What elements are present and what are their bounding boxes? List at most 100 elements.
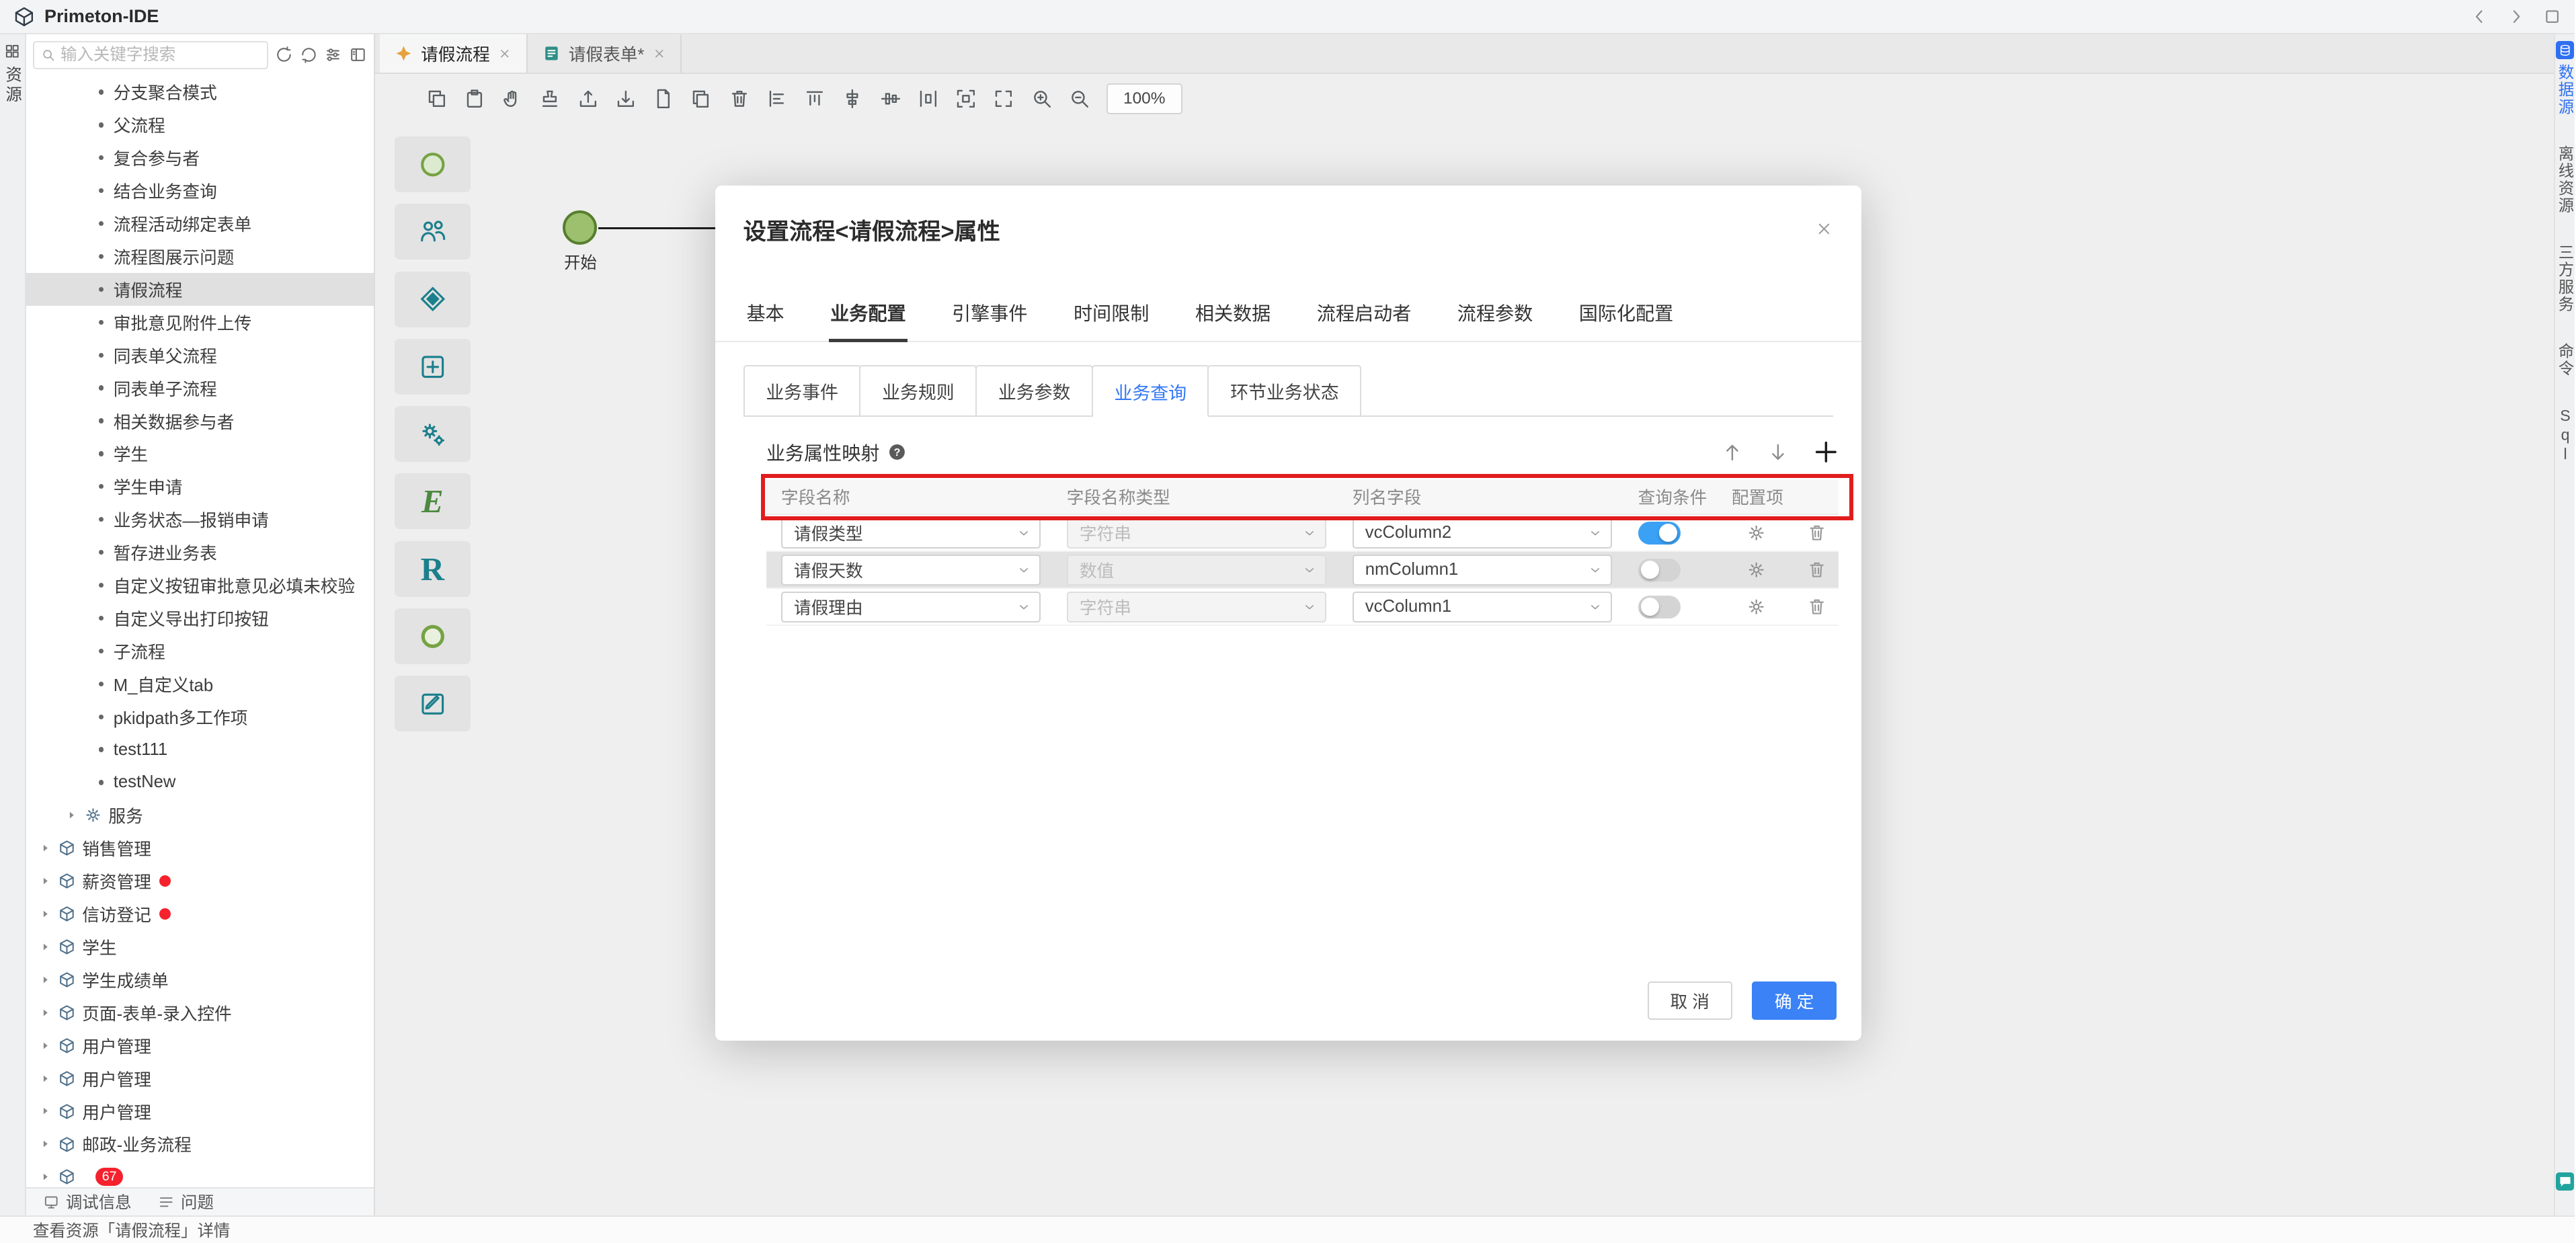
tree-item[interactable]: 分支聚合模式 [26,76,374,109]
plus-icon[interactable] [1814,440,1839,465]
editor-tab[interactable]: 请假流程 [380,34,528,73]
window-icon[interactable] [2542,7,2562,26]
help-icon[interactable]: ? [888,443,906,461]
tree-item[interactable]: 学生申请 [26,470,374,503]
tree-item[interactable]: 信访登记 [26,897,374,930]
query-condition-toggle[interactable] [1638,596,1681,618]
tree-item[interactable]: test111 [26,733,374,766]
tree-item[interactable]: 学生 [26,930,374,963]
dialog-tab[interactable]: 时间限制 [1072,288,1151,341]
tree-item[interactable]: 流程活动绑定表单 [26,207,374,240]
paste-icon[interactable] [464,88,485,110]
dialog-tab[interactable]: 引擎事件 [951,288,1029,341]
palette-item[interactable]: R [395,541,471,597]
dialog-subtab[interactable]: 业务事件 [743,365,861,415]
palette-item[interactable] [395,406,471,462]
dialog-subtab[interactable]: 业务查询 [1092,365,1209,417]
tree-item[interactable]: 相关数据参与者 [26,405,374,438]
distribute-icon[interactable] [918,88,939,110]
palette-item[interactable] [395,676,471,731]
problems-tab[interactable]: 问题 [158,1190,214,1213]
field-name-select[interactable]: 请假类型 [781,518,1041,549]
dialog-tab[interactable]: 基本 [745,288,786,341]
dialog-tab[interactable]: 流程参数 [1455,288,1534,341]
tree-item[interactable]: 页面-表单-录入控件 [26,996,374,1029]
panel-tab-datasource[interactable]: 数据源 [2554,41,2575,116]
tree-item[interactable]: 自定义按钮审批意见必填未校验 [26,569,374,602]
import-icon[interactable] [615,88,637,110]
tree-item[interactable]: 请假流程 [26,273,374,306]
palette-item[interactable] [395,608,471,664]
tree-item[interactable]: 67 [26,1160,374,1187]
tree-item[interactable]: 自定义导出打印按钮 [26,602,374,635]
column-name-select[interactable]: nmColumn1 [1353,555,1612,586]
palette-item[interactable]: E [395,473,471,529]
debug-info-tab[interactable]: 调试信息 [43,1190,132,1213]
delete-icon[interactable] [729,88,750,110]
dialog-tab[interactable]: 流程启动者 [1315,288,1412,341]
align-horizontal-icon[interactable] [842,88,863,110]
tree-item[interactable]: 服务 [26,799,374,832]
hand-icon[interactable] [501,88,523,110]
copy-icon[interactable] [426,88,448,110]
tree-item[interactable]: 学生 [26,437,374,470]
search-box[interactable] [33,41,268,69]
tree-item[interactable]: 邮政-业务流程 [26,1128,374,1161]
trash-icon[interactable] [1807,560,1826,579]
fit-screen-icon[interactable] [955,88,977,110]
tree-item[interactable]: M_自定义tab [26,668,374,700]
zoom-out-icon[interactable] [1069,88,1090,110]
panel-tab-sql[interactable]: Sql [2554,407,2575,464]
chevron-right-icon[interactable] [2506,7,2526,26]
seal-icon[interactable] [539,88,561,110]
close-icon[interactable] [1815,220,1833,238]
dialog-tab[interactable]: 业务配置 [829,288,908,341]
duplicate-icon[interactable] [690,88,712,110]
export-icon[interactable] [577,88,599,110]
tree-item[interactable]: 用户管理 [26,1062,374,1095]
dialog-subtab[interactable]: 业务参数 [975,365,1093,415]
table-row[interactable]: 请假类型字符串vcColumn2 [766,515,1839,552]
tree-item[interactable]: 复合参与者 [26,141,374,174]
trash-icon[interactable] [1807,523,1826,543]
gear-icon[interactable] [1746,597,1766,616]
align-left-icon[interactable] [766,88,788,110]
tree-item[interactable]: pkidpath多工作项 [26,700,374,733]
tree-item[interactable]: 薪资管理 [26,865,374,897]
document-icon[interactable] [653,88,674,110]
message-icon[interactable] [2556,1172,2574,1191]
table-row[interactable]: 请假理由字符串vcColumn1 [766,589,1839,626]
fullscreen-icon[interactable] [993,88,1014,110]
chevron-left-icon[interactable] [2470,7,2489,26]
close-icon[interactable] [498,47,512,61]
arrow-down-icon[interactable] [1767,442,1789,463]
panel-tab-command[interactable]: 命令 [2554,343,2575,377]
column-name-select[interactable]: vcColumn1 [1353,592,1612,623]
sync-icon[interactable] [275,46,293,64]
ok-button[interactable]: 确 定 [1752,981,1837,1019]
tree-item[interactable]: testNew [26,766,374,799]
resource-panel-tab[interactable]: 资源 [1,66,24,106]
collapse-icon[interactable] [349,46,367,64]
query-condition-toggle[interactable] [1638,559,1681,582]
dialog-tab[interactable]: 相关数据 [1193,288,1272,341]
dialog-tab[interactable]: 国际化配置 [1577,288,1675,341]
tree-item[interactable]: 父流程 [26,108,374,141]
align-top-icon[interactable] [804,88,826,110]
tree-item[interactable]: 流程图展示问题 [26,240,374,273]
start-node[interactable] [563,210,597,245]
field-name-select[interactable]: 请假理由 [781,592,1041,623]
settings-icon[interactable] [324,46,342,64]
close-icon[interactable] [653,47,666,61]
align-vertical-icon[interactable] [880,88,901,110]
palette-item[interactable] [395,272,471,327]
zoom-in-icon[interactable] [1031,88,1053,110]
tree-item[interactable]: 结合业务查询 [26,174,374,207]
panel-tab-third-party-service[interactable]: 三方服务 [2554,244,2575,313]
tree-item[interactable]: 同表单子流程 [26,372,374,405]
query-condition-toggle[interactable] [1638,522,1681,545]
column-name-select[interactable]: vcColumn2 [1353,518,1612,549]
palette-item[interactable] [395,136,471,192]
tree-item[interactable]: 学生成绩单 [26,963,374,996]
search-input[interactable] [61,46,260,65]
